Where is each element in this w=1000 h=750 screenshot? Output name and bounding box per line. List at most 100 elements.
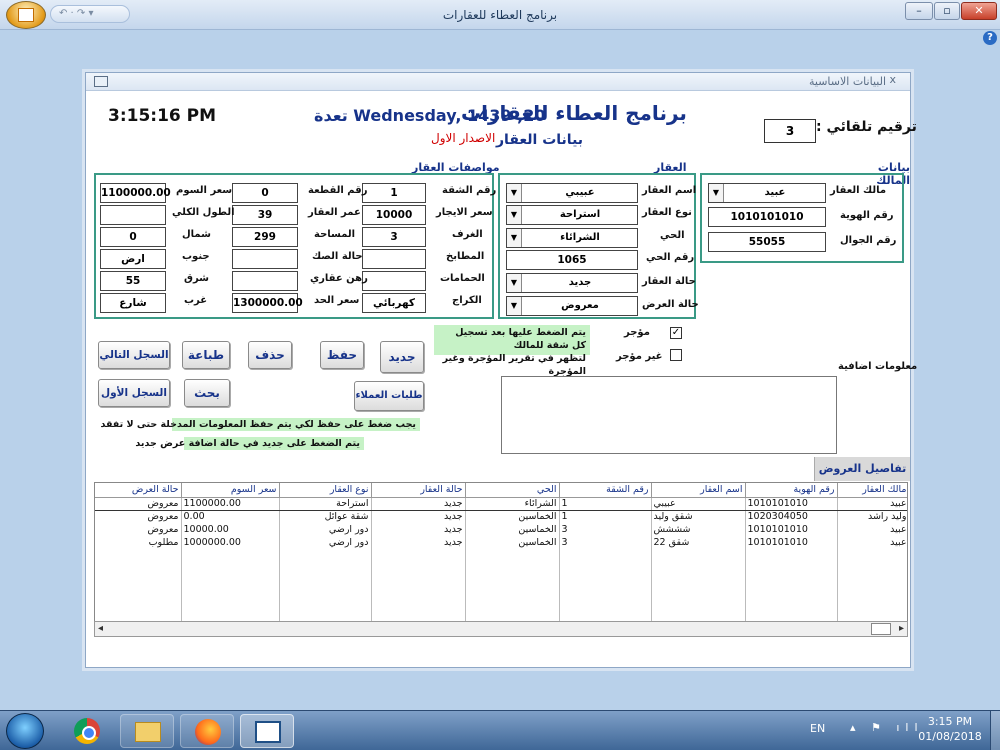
dropdown-arrow-icon[interactable]: ▼: [507, 184, 522, 202]
checkbox-icon[interactable]: [670, 349, 682, 361]
spec-label: الطول الكلي: [172, 207, 235, 218]
form-close-icon[interactable]: x: [889, 73, 896, 86]
rented-note: يتم الضغط عليها بعد تسجيل كل شقة للمالك …: [434, 325, 590, 377]
spec-field[interactable]: شارع: [100, 293, 166, 313]
table-row[interactable]: وليد راشد 1020304050 شقق وليد 1 الخماسين…: [95, 510, 907, 523]
scroll-thumb[interactable]: [871, 623, 891, 635]
table-cell: 1010101010: [745, 536, 838, 549]
property-type-combo[interactable]: ▼ استراحة: [506, 205, 638, 225]
spec-label: رهن عقاري: [310, 273, 368, 284]
table-cell: معروض: [95, 510, 182, 523]
column-header[interactable]: الحي: [465, 483, 560, 498]
firefox-icon[interactable]: [180, 714, 234, 748]
table-header-row: مالك العقار رقم الهوية اسم العقار رقم ال…: [95, 483, 907, 498]
checkbox-icon[interactable]: ✓: [670, 327, 682, 339]
owner-combo[interactable]: ▼ عبيد: [708, 183, 826, 203]
minimize-button[interactable]: –: [905, 2, 933, 20]
spec-field[interactable]: [362, 249, 426, 269]
table-cell: شقة عوائل: [279, 510, 372, 523]
spec-field[interactable]: [232, 249, 298, 269]
first-record-button[interactable]: السجل الأول: [98, 379, 170, 407]
form-window: البيانات الاساسية x برنامج العطاء للعقار…: [85, 72, 917, 668]
column-header[interactable]: رقم الشقة: [559, 483, 652, 498]
spec-field[interactable]: 0: [232, 183, 298, 203]
offer-status-combo[interactable]: ▼ معروض: [506, 296, 638, 316]
spec-field[interactable]: 1100000.00: [100, 183, 171, 203]
mobile-field[interactable]: 55055: [708, 232, 826, 252]
horizontal-scrollbar[interactable]: ◂ ▸: [94, 621, 908, 637]
next-record-button[interactable]: السجل التالي: [98, 341, 170, 369]
property-name-combo[interactable]: ▼ عبيبي: [506, 183, 638, 203]
client-requests-button[interactable]: طلبات العملاء: [354, 381, 424, 411]
spec-field[interactable]: 1300000.00: [232, 293, 303, 313]
dropdown-arrow-icon[interactable]: ▼: [709, 184, 724, 202]
table-cell: معروض: [95, 496, 182, 511]
column-header[interactable]: اسم العقار: [651, 483, 746, 498]
header-date: Wednesday, 1439 ,20 تعدة: [314, 106, 546, 125]
office-orb-icon[interactable]: [6, 1, 46, 29]
property-type-label: نوع العقار: [642, 207, 692, 218]
print-button[interactable]: طباعة: [182, 341, 230, 369]
column-header[interactable]: حالة العقار: [371, 483, 466, 498]
column-header[interactable]: رقم الهوية: [745, 483, 838, 498]
folder-icon[interactable]: [120, 714, 174, 748]
table-row[interactable]: عبيد 1010101010 شقق 22 3 الخماسين جديد د…: [95, 536, 907, 549]
spec-field[interactable]: 39: [232, 205, 298, 225]
access-icon[interactable]: [240, 714, 294, 748]
dropdown-arrow-icon[interactable]: ▼: [507, 206, 522, 224]
scroll-left-icon[interactable]: ◂: [98, 623, 103, 634]
owner-label: مالك العقار: [830, 185, 887, 196]
table-cell: 1: [559, 510, 652, 523]
form-icon: [94, 76, 108, 87]
spec-field[interactable]: 0: [100, 227, 166, 247]
table-cell: عبيد: [837, 496, 907, 511]
form-title-bar: البيانات الاساسية x: [86, 73, 910, 91]
start-orb-icon[interactable]: [6, 713, 44, 749]
spec-field[interactable]: 10000: [362, 205, 426, 225]
tray-icons[interactable]: ▴ ⚑ ıll: [850, 721, 924, 734]
spec-field[interactable]: [232, 271, 298, 291]
table-cell: جديد: [371, 510, 466, 523]
search-button[interactable]: بحث: [184, 379, 230, 407]
spec-field[interactable]: ارض: [100, 249, 166, 269]
new-button[interactable]: جديد: [380, 341, 424, 373]
delete-button[interactable]: حذف: [248, 341, 292, 369]
extra-info-field[interactable]: [501, 376, 837, 454]
help-icon[interactable]: ?: [983, 31, 997, 45]
id-field[interactable]: 1010101010: [708, 207, 826, 227]
spec-field[interactable]: كهربائي: [362, 293, 426, 313]
column-header[interactable]: نوع العقار: [279, 483, 372, 498]
spec-field[interactable]: [362, 271, 426, 291]
dropdown-arrow-icon[interactable]: ▼: [507, 229, 522, 247]
column-header[interactable]: سعر السوم: [181, 483, 280, 498]
spec-field[interactable]: 3: [362, 227, 426, 247]
district-combo[interactable]: ▼ الشرائاء: [506, 228, 638, 248]
spec-field[interactable]: 1: [362, 183, 426, 203]
table-row[interactable]: عبيد 1010101010 شششش 3 الخماسين جديد دور…: [95, 523, 907, 536]
spec-field[interactable]: 299: [232, 227, 298, 247]
dropdown-arrow-icon[interactable]: ▼: [507, 274, 522, 292]
dropdown-arrow-icon[interactable]: ▼: [507, 297, 522, 315]
column-header[interactable]: حالة العرض: [95, 483, 182, 498]
clock[interactable]: 3:15 PM 01/08/2018: [918, 714, 982, 744]
district-no-field[interactable]: 1065: [506, 250, 638, 270]
language-indicator[interactable]: EN: [810, 722, 825, 735]
chrome-icon[interactable]: [60, 714, 114, 748]
table-cell: عبيد: [837, 536, 907, 549]
table-row[interactable]: عبيد 1010101010 عبيبي 1 الشرائاء جديد اس…: [95, 496, 907, 511]
version-label: الاصدار الاول: [431, 131, 496, 145]
property-status-combo[interactable]: ▼ جديد: [506, 273, 638, 293]
show-desktop-button[interactable]: [990, 711, 1000, 750]
close-button[interactable]: ✕: [961, 2, 997, 20]
spec-field[interactable]: 55: [100, 271, 166, 291]
maximize-button[interactable]: ▫: [934, 2, 960, 20]
save-button[interactable]: حفظ: [320, 341, 364, 369]
spec-label: عمر العقار: [308, 207, 361, 218]
quick-access-toolbar[interactable]: ↶ · ↷ ▾: [50, 5, 130, 23]
scroll-right-icon[interactable]: ▸: [899, 623, 904, 634]
column-header[interactable]: مالك العقار: [837, 483, 907, 498]
seq-field[interactable]: 3: [764, 119, 816, 143]
table-cell: الخماسين: [465, 536, 560, 549]
spec-field[interactable]: [100, 205, 166, 225]
table-cell: جديد: [371, 496, 466, 511]
